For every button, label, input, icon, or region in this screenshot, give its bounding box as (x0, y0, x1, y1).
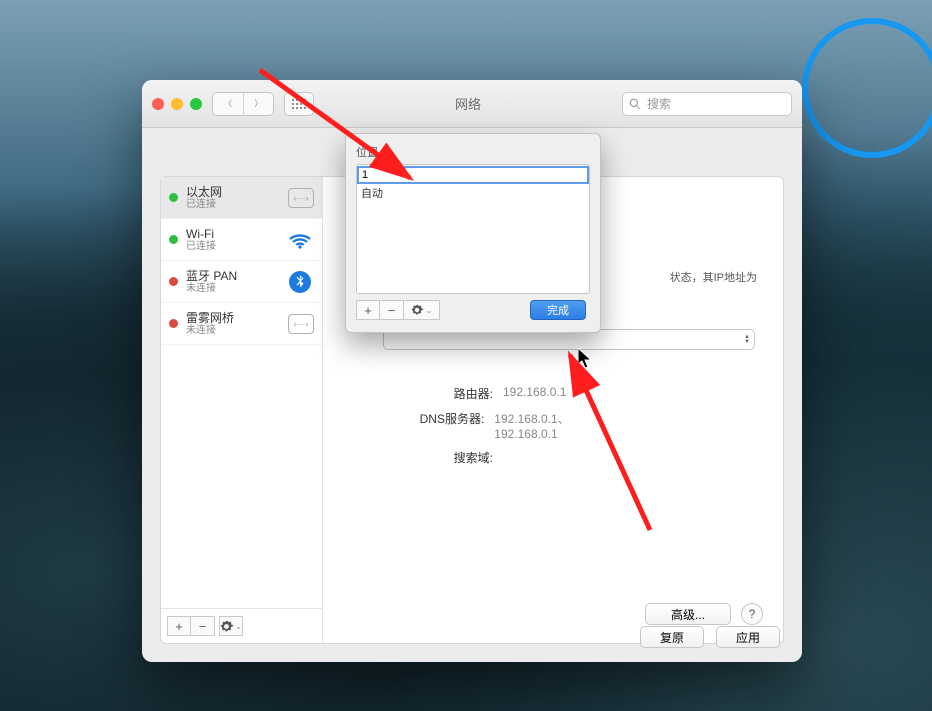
search-placeholder: 搜索 (647, 95, 671, 112)
gear-icon (411, 304, 423, 316)
dns-label: DNS服务器: (373, 410, 484, 441)
back-button[interactable]: 〈 (213, 93, 243, 115)
revert-button[interactable]: 复原 (640, 626, 704, 648)
sidebar-item-label: Wi-Fi (186, 227, 278, 241)
add-location-button[interactable]: + (356, 300, 380, 320)
status-dot-icon (169, 277, 178, 286)
minimize-icon[interactable] (171, 98, 183, 110)
sidebar-item-label: 以太网 (186, 185, 280, 199)
nav-back-forward[interactable]: 〈 〉 (212, 92, 274, 116)
sidebar-item-label: 蓝牙 PAN (186, 269, 278, 283)
location-option-auto[interactable]: 自动 (357, 183, 589, 203)
status-dot-icon (169, 319, 178, 328)
chevron-down-icon: ⌄ (426, 306, 433, 315)
router-label: 路由器: (373, 385, 493, 402)
stepper-icon: ▲▼ (744, 335, 750, 345)
status-dot-icon (169, 193, 178, 202)
forward-button[interactable]: 〉 (243, 93, 273, 115)
remove-interface-button[interactable]: − (191, 616, 215, 636)
location-name-input-row[interactable] (357, 165, 589, 183)
chevron-right-icon: 〉 (255, 98, 263, 109)
add-interface-button[interactable]: + (167, 616, 191, 636)
zoom-icon[interactable] (190, 98, 202, 110)
ethernet-icon: ‹···› (288, 188, 314, 208)
search-domain-label: 搜索域: (373, 449, 493, 466)
gear-icon (220, 620, 233, 633)
grid-icon (292, 99, 306, 109)
help-button[interactable]: ? (741, 603, 763, 625)
interfaces-sidebar: 以太网 已连接 ‹···› Wi-Fi 已连接 (161, 177, 323, 609)
location-name-input[interactable] (357, 166, 589, 184)
show-all-button[interactable] (284, 92, 314, 116)
wifi-icon (286, 229, 314, 251)
sidebar-item-status: 未连接 (186, 283, 278, 295)
location-edit-dialog: 位置 自动 + − ⌄ 完成 (345, 133, 601, 333)
window-title: 网络 (324, 94, 612, 113)
watermark-badge (802, 18, 932, 158)
status-hint: 状态，其IP地址为 (670, 269, 757, 285)
advanced-button[interactable]: 高级... (645, 603, 731, 625)
location-listbox[interactable]: 自动 (356, 164, 590, 294)
close-icon[interactable] (152, 98, 164, 110)
apply-button[interactable]: 应用 (716, 626, 780, 648)
done-button[interactable]: 完成 (530, 300, 586, 320)
window-traffic-lights[interactable] (152, 98, 202, 110)
question-icon: ? (749, 607, 756, 621)
sidebar-item-ethernet[interactable]: 以太网 已连接 ‹···› (161, 177, 322, 219)
location-action-menu[interactable]: ⌄ (404, 300, 440, 320)
sidebar-item-status: 已连接 (186, 241, 278, 253)
sidebar-item-bluetooth-pan[interactable]: 蓝牙 PAN 未连接 (161, 261, 322, 303)
remove-location-button[interactable]: − (380, 300, 404, 320)
action-menu-button[interactable]: ⌄ (219, 616, 243, 636)
window-toolbar: 〈 〉 网络 搜索 (142, 80, 802, 128)
status-dot-icon (169, 235, 178, 244)
sidebar-item-thunderbolt-bridge[interactable]: 雷雾网桥 未连接 ‹···› (161, 303, 322, 345)
sidebar-tools: + − ⌄ (161, 609, 323, 643)
dns-value: 192.168.0.1、192.168.0.1 (494, 410, 623, 441)
bluetooth-icon (286, 271, 314, 293)
search-icon (629, 98, 641, 110)
sidebar-item-status: 未连接 (186, 325, 280, 337)
search-input[interactable]: 搜索 (622, 92, 792, 116)
chevron-left-icon: 〈 (224, 98, 232, 109)
sidebar-item-status: 已连接 (186, 199, 280, 211)
bridge-icon: ‹···› (288, 314, 314, 334)
chevron-down-icon: ⌄ (235, 622, 242, 631)
router-value: 192.168.0.1 (503, 385, 566, 402)
sidebar-item-wifi[interactable]: Wi-Fi 已连接 (161, 219, 322, 261)
sidebar-item-label: 雷雾网桥 (186, 311, 280, 325)
location-label: 位置 (356, 144, 590, 160)
